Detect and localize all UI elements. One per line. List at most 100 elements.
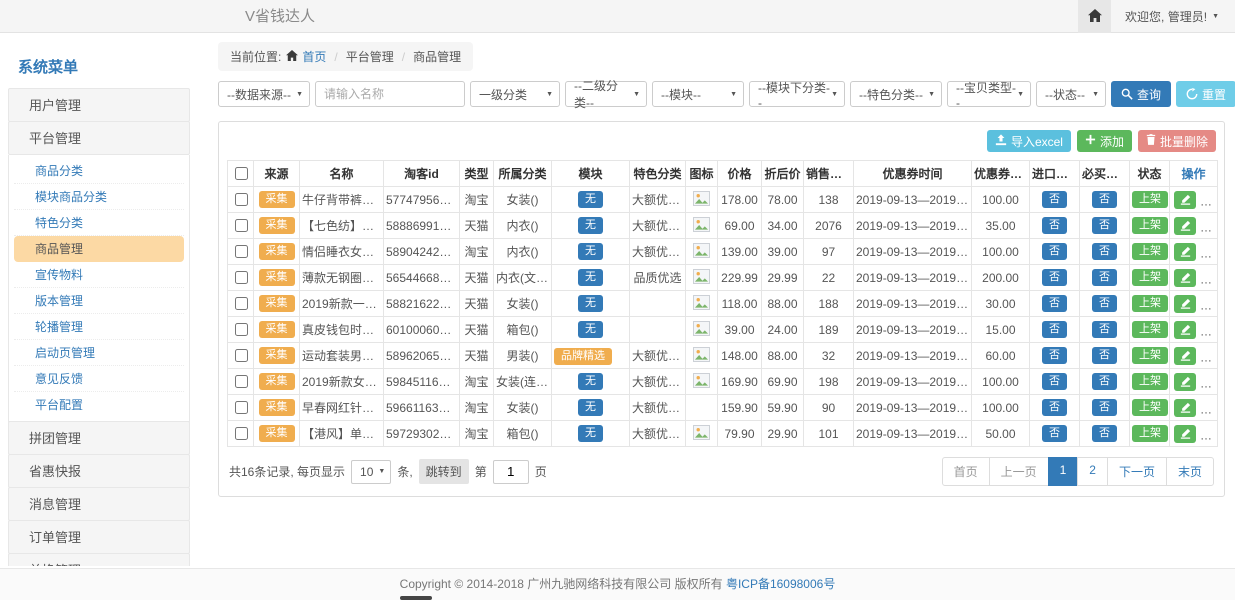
edit-button[interactable]	[1174, 191, 1196, 209]
import-excel-button[interactable]: 导入excel	[987, 130, 1071, 152]
status-toggle[interactable]: 上架	[1132, 191, 1168, 208]
row-checkbox[interactable]	[235, 401, 248, 414]
must-buy-toggle[interactable]: 否	[1092, 217, 1117, 234]
sidebar-group-6[interactable]: 兑换管理	[8, 553, 190, 566]
sidebar-item[interactable]: 意见反馈	[14, 366, 184, 392]
jump-button[interactable]: 跳转到	[419, 459, 469, 484]
sidebar-item[interactable]: 模块商品分类	[14, 184, 184, 210]
breadcrumb-home-link[interactable]: 首页	[286, 48, 326, 65]
import-select-toggle[interactable]: 否	[1042, 243, 1067, 260]
pager-item-2[interactable]: 2	[1077, 457, 1108, 486]
module-none-badge[interactable]: 无	[578, 399, 603, 416]
sidebar-item[interactable]: 轮播管理	[14, 314, 184, 340]
sidebar-item[interactable]: 商品分类	[14, 158, 184, 184]
select-all-checkbox[interactable]	[235, 167, 248, 180]
must-buy-toggle[interactable]: 否	[1092, 321, 1117, 338]
row-checkbox[interactable]	[235, 219, 248, 232]
filter-select-3[interactable]: --二级分类--▼	[565, 81, 647, 107]
status-toggle[interactable]: 上架	[1132, 295, 1168, 312]
sidebar-item[interactable]: 启动页管理	[14, 340, 184, 366]
reset-button[interactable]: 重置	[1176, 81, 1235, 107]
module-none-badge[interactable]: 无	[578, 321, 603, 338]
status-toggle[interactable]: 上架	[1132, 217, 1168, 234]
import-select-toggle[interactable]: 否	[1042, 347, 1067, 364]
module-none-badge[interactable]: 无	[578, 295, 603, 312]
pager-item-末页[interactable]: 末页	[1166, 457, 1214, 486]
import-select-toggle[interactable]: 否	[1042, 217, 1067, 234]
must-buy-toggle[interactable]: 否	[1092, 347, 1117, 364]
row-checkbox[interactable]	[235, 323, 248, 336]
import-select-toggle[interactable]: 否	[1042, 295, 1067, 312]
import-select-toggle[interactable]: 否	[1042, 425, 1067, 442]
filter-select-5[interactable]: --模块下分类--▼	[749, 81, 845, 107]
status-toggle[interactable]: 上架	[1132, 347, 1168, 364]
edit-button[interactable]	[1174, 269, 1196, 287]
sidebar-item[interactable]: 版本管理	[14, 288, 184, 314]
must-buy-toggle[interactable]: 否	[1092, 399, 1117, 416]
user-menu[interactable]: 欢迎您, 管理员! ▼	[1111, 0, 1235, 33]
filter-select-0[interactable]: --数据来源--▼	[218, 81, 310, 107]
filter-select-4[interactable]: --模块--▼	[652, 81, 744, 107]
add-button[interactable]: 添加	[1077, 130, 1132, 152]
import-select-toggle[interactable]: 否	[1042, 373, 1067, 390]
edit-button[interactable]	[1174, 425, 1196, 443]
sidebar-item[interactable]: 平台配置	[14, 392, 184, 418]
pager-item-上一页[interactable]: 上一页	[989, 457, 1049, 486]
status-toggle[interactable]: 上架	[1132, 373, 1168, 390]
filter-select-6[interactable]: --特色分类--▼	[850, 81, 942, 107]
edit-button[interactable]	[1174, 295, 1196, 313]
must-buy-toggle[interactable]: 否	[1092, 191, 1117, 208]
home-button[interactable]	[1078, 0, 1111, 33]
sidebar-group-5[interactable]: 订单管理	[8, 520, 190, 554]
filter-select-8[interactable]: --状态--▼	[1036, 81, 1106, 107]
status-toggle[interactable]: 上架	[1132, 425, 1168, 442]
sidebar-item[interactable]: 特色分类	[14, 210, 184, 236]
status-toggle[interactable]: 上架	[1132, 399, 1168, 416]
search-button[interactable]: 查询	[1111, 81, 1171, 107]
row-checkbox[interactable]	[235, 297, 248, 310]
status-toggle[interactable]: 上架	[1132, 269, 1168, 286]
must-buy-toggle[interactable]: 否	[1092, 243, 1117, 260]
filter-select-2[interactable]: 一级分类▼	[470, 81, 560, 107]
filter-select-7[interactable]: --宝贝类型--▼	[947, 81, 1031, 107]
module-none-badge[interactable]: 无	[578, 425, 603, 442]
pager-item-首页[interactable]: 首页	[942, 457, 990, 486]
import-select-toggle[interactable]: 否	[1042, 269, 1067, 286]
page-size-select[interactable]: 10 ▼	[351, 460, 391, 484]
must-buy-toggle[interactable]: 否	[1092, 295, 1117, 312]
batch-delete-button[interactable]: 批量删除	[1138, 130, 1216, 152]
row-checkbox[interactable]	[235, 245, 248, 258]
module-none-badge[interactable]: 无	[578, 191, 603, 208]
edit-button[interactable]	[1174, 321, 1196, 339]
row-checkbox[interactable]	[235, 349, 248, 362]
import-select-toggle[interactable]: 否	[1042, 191, 1067, 208]
row-checkbox[interactable]	[235, 271, 248, 284]
module-none-badge[interactable]: 无	[578, 243, 603, 260]
edit-button[interactable]	[1174, 373, 1196, 391]
module-none-badge[interactable]: 无	[578, 373, 603, 390]
sidebar-group-2[interactable]: 拼团管理	[8, 421, 190, 455]
module-none-badge[interactable]: 无	[578, 269, 603, 286]
sidebar-group-1[interactable]: 平台管理	[8, 121, 190, 155]
status-toggle[interactable]: 上架	[1132, 243, 1168, 260]
row-checkbox[interactable]	[235, 193, 248, 206]
row-checkbox[interactable]	[235, 375, 248, 388]
name-search-input[interactable]	[315, 81, 465, 107]
icp-link[interactable]: 粤ICP备16098006号	[726, 577, 835, 591]
import-select-toggle[interactable]: 否	[1042, 321, 1067, 338]
edit-button[interactable]	[1174, 217, 1196, 235]
sidebar-item[interactable]: 宣传物料	[14, 262, 184, 288]
pager-item-下一页[interactable]: 下一页	[1107, 457, 1167, 486]
sidebar-group-3[interactable]: 省惠快报	[8, 454, 190, 488]
edit-button[interactable]	[1174, 243, 1196, 261]
must-buy-toggle[interactable]: 否	[1092, 425, 1117, 442]
status-toggle[interactable]: 上架	[1132, 321, 1168, 338]
edit-button[interactable]	[1174, 347, 1196, 365]
module-none-badge[interactable]: 无	[578, 217, 603, 234]
must-buy-toggle[interactable]: 否	[1092, 269, 1117, 286]
jump-page-input[interactable]	[493, 460, 529, 484]
import-select-toggle[interactable]: 否	[1042, 399, 1067, 416]
row-checkbox[interactable]	[235, 427, 248, 440]
horizontal-scrollbar-thumb[interactable]	[400, 596, 432, 600]
must-buy-toggle[interactable]: 否	[1092, 373, 1117, 390]
